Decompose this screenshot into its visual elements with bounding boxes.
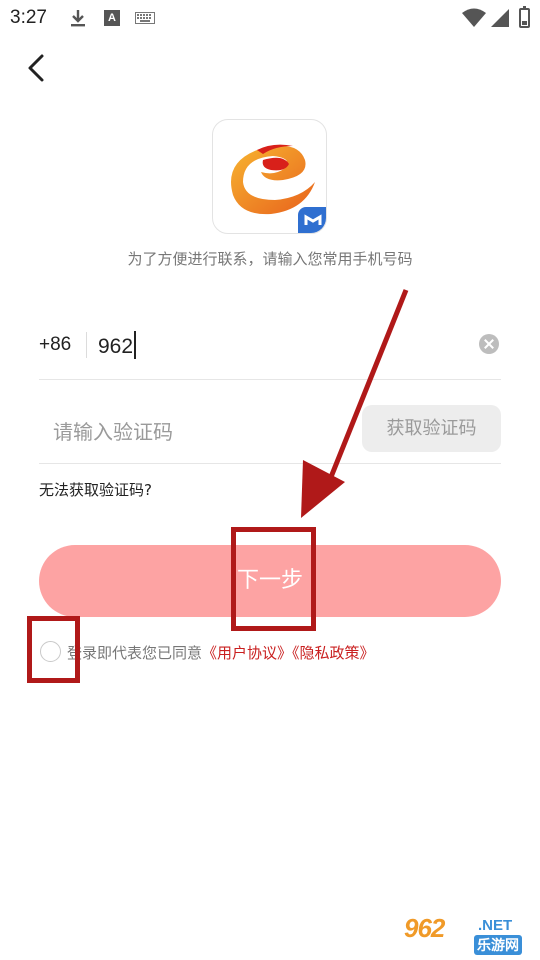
back-button[interactable] (22, 52, 50, 84)
annotation-box (27, 616, 80, 683)
keyboard-icon (135, 12, 155, 24)
country-code-selector[interactable]: +86 (39, 334, 71, 356)
signal-icon (491, 9, 509, 27)
watermark-net: .NET (478, 917, 513, 934)
divider (86, 332, 87, 358)
text-caret (134, 331, 137, 359)
annotation-box (231, 527, 316, 631)
download-icon (71, 10, 85, 27)
privacy-policy-link[interactable]: 《隐私政策》 (292, 644, 375, 662)
phone-number-input[interactable]: 962 (98, 331, 137, 359)
chevron-left-icon (28, 54, 44, 82)
status-bar: 3:27 A (0, 0, 540, 36)
phone-number-value: 962 (98, 335, 134, 358)
battery-icon (519, 6, 530, 28)
get-code-button[interactable]: 获取验证码 (362, 405, 501, 452)
watermark-sub: 乐游网 (474, 935, 522, 955)
agreement-text: 登录即代表您已同意《用户协议》《隐私政策》 (67, 642, 375, 663)
clear-icon[interactable] (479, 334, 499, 354)
app-logo (212, 119, 327, 234)
divider (39, 463, 501, 464)
watermark-main: 962 (404, 913, 445, 943)
logo-badge-icon (298, 207, 326, 233)
user-agreement-link[interactable]: 《用户协议》 (202, 644, 292, 662)
page-subtitle: 为了方便进行联系，请输入您常用手机号码 (127, 250, 413, 268)
wifi-icon (462, 8, 486, 27)
divider (39, 379, 501, 380)
cant-get-code-link[interactable]: 无法获取验证码? (39, 479, 152, 500)
watermark-logo: 962 .NET 乐游网 (400, 913, 534, 955)
status-time: 3:27 (10, 7, 47, 28)
a-badge-icon: A (104, 10, 120, 26)
verification-code-input[interactable]: 请输入验证码 (53, 416, 173, 445)
agreement-prefix: 登录即代表您已同意 (67, 644, 203, 662)
